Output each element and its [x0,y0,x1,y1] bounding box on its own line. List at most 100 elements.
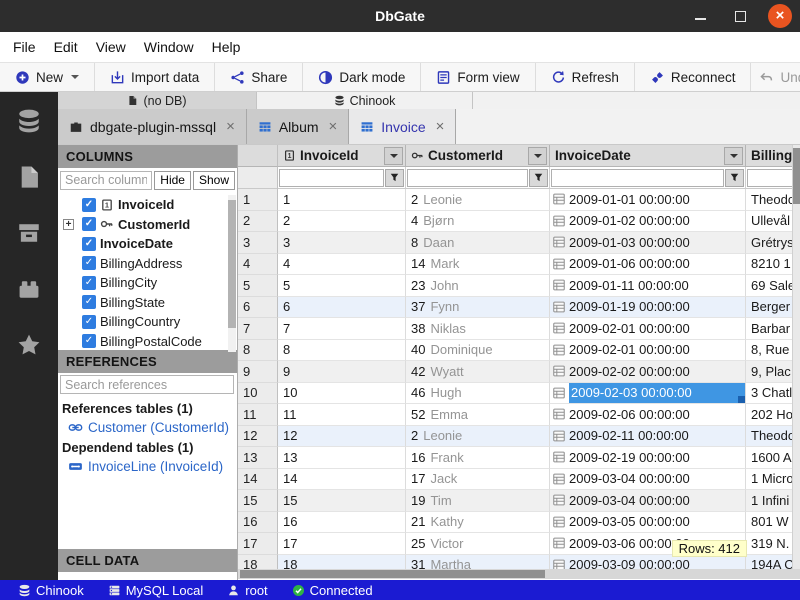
cell-invoicedate[interactable]: 2009-02-03 00:00:00 [550,383,746,405]
status-chinook[interactable]: Chinook [6,583,96,598]
show-button[interactable]: Show [193,171,235,190]
row-number[interactable]: 15 [238,490,278,512]
checkbox-invoicedate[interactable]: ✓ [82,237,96,251]
cell-customerid[interactable]: 38Niklas [406,318,550,340]
cell-invoiceid[interactable]: 11 [278,404,406,426]
cell-customerid[interactable]: 16Frank [406,447,550,469]
cell-invoiceid[interactable]: 2 [278,211,406,233]
column-item-billingstate[interactable]: ✓BillingState [58,293,237,313]
close-tab-icon[interactable]: × [436,118,445,135]
checkbox-billingcity[interactable]: ✓ [82,276,96,290]
column-menu-button[interactable] [528,147,547,165]
column-item-invoiceid[interactable]: ✓1InvoiceId [58,195,237,215]
cell-invoicedate[interactable]: 2009-02-01 00:00:00 [550,340,746,362]
vertical-scrollbar-thumb[interactable] [793,148,800,204]
close-button[interactable]: × [768,4,792,28]
column-menu-button[interactable] [384,147,403,165]
toolbar-import-data-button[interactable]: Import data [95,63,215,91]
cell-customerid[interactable]: 37Fynn [406,297,550,319]
menu-edit[interactable]: Edit [45,35,87,59]
cell-customerid[interactable]: 52Emma [406,404,550,426]
close-tab-icon[interactable]: × [226,118,235,135]
row-number[interactable]: 12 [238,426,278,448]
column-item-billingcountry[interactable]: ✓BillingCountry [58,312,237,332]
sidebar-item-databases[interactable] [14,108,44,134]
toolbar-undo-button[interactable]: Undo [751,63,800,91]
columns-scrollbar-thumb[interactable] [228,200,236,328]
cell-invoiceid[interactable]: 8 [278,340,406,362]
ref-link-customer-customerid[interactable]: Customer (CustomerId) [58,418,237,437]
status-mysql-local[interactable]: MySQL Local [96,583,216,598]
checkbox-billingstate[interactable]: ✓ [82,295,96,309]
cell-invoiceid[interactable]: 14 [278,469,406,491]
cell-invoiceid[interactable]: 4 [278,254,406,276]
cell-invoicedate[interactable]: 2009-02-02 00:00:00 [550,361,746,383]
maximize-button[interactable] [728,4,752,28]
row-number[interactable]: 9 [238,361,278,383]
filter-input-customerid[interactable] [407,169,528,187]
horizontal-scrollbar[interactable] [238,569,800,579]
cell-customerid[interactable]: 4Bjørn [406,211,550,233]
cell-invoiceid[interactable]: 17 [278,533,406,555]
cell-invoiceid[interactable]: 7 [278,318,406,340]
cell-invoiceid[interactable]: 3 [278,232,406,254]
sidebar-item-files[interactable] [14,164,44,190]
cell-customerid[interactable]: 19Tim [406,490,550,512]
cell-customerid[interactable]: 17Jack [406,469,550,491]
toolbar-dark-mode-button[interactable]: Dark mode [303,63,421,91]
row-number[interactable]: 8 [238,340,278,362]
row-number[interactable]: 2 [238,211,278,233]
cell-customerid[interactable]: 2Leonie [406,426,550,448]
menu-window[interactable]: Window [135,35,203,59]
cell-invoicedate[interactable]: 2009-02-01 00:00:00 [550,318,746,340]
checkbox-billingpostalcode[interactable]: ✓ [82,334,96,348]
toolbar-refresh-button[interactable]: Refresh [536,63,635,91]
row-number[interactable]: 17 [238,533,278,555]
toolbar-form-view-button[interactable]: Form view [421,63,535,91]
column-menu-button[interactable] [724,147,743,165]
tab-invoice[interactable]: Invoice× [349,109,456,144]
column-header-invoicedate[interactable]: InvoiceDate [550,145,746,167]
ref-link-invoiceline-invoiceid[interactable]: InvoiceLine (InvoiceId) [58,457,237,476]
filter-input-invoiceid[interactable] [279,169,384,187]
cell-invoicedate[interactable]: 2009-02-11 00:00:00 [550,426,746,448]
cell-invoiceid[interactable]: 13 [278,447,406,469]
cell-invoiceid[interactable]: 6 [278,297,406,319]
row-number[interactable]: 3 [238,232,278,254]
cell-customerid[interactable]: 14Mark [406,254,550,276]
row-number[interactable]: 6 [238,297,278,319]
row-number[interactable]: 16 [238,512,278,534]
minimize-button[interactable] [688,4,712,28]
cell-customerid[interactable]: 25Victor [406,533,550,555]
checkbox-invoiceid[interactable]: ✓ [82,198,96,212]
sidebar-item-plugins[interactable] [14,276,44,302]
cell-invoicedate[interactable]: 2009-03-05 00:00:00 [550,512,746,534]
row-number[interactable]: 11 [238,404,278,426]
cell-invoicedate[interactable]: 2009-03-04 00:00:00 [550,469,746,491]
cell-customerid[interactable]: 21Kathy [406,512,550,534]
tab-album[interactable]: Album× [247,109,349,144]
toolbar-reconnect-button[interactable]: Reconnect [635,63,752,91]
row-number[interactable]: 4 [238,254,278,276]
column-item-billingaddress[interactable]: ✓BillingAddress [58,254,237,274]
menu-file[interactable]: File [4,35,45,59]
column-item-billingcity[interactable]: ✓BillingCity [58,273,237,293]
cell-invoicedate[interactable]: 2009-02-19 00:00:00 [550,447,746,469]
filter-funnel-icon[interactable] [529,169,548,187]
horizontal-scrollbar-thumb[interactable] [240,570,545,578]
row-number[interactable]: 14 [238,469,278,491]
row-number[interactable]: 1 [238,189,278,211]
filter-funnel-icon[interactable] [725,169,744,187]
cell-invoiceid[interactable]: 9 [278,361,406,383]
row-number[interactable]: 5 [238,275,278,297]
vertical-scrollbar[interactable] [792,145,800,569]
cell-invoicedate[interactable]: 2009-01-19 00:00:00 [550,297,746,319]
cell-invoicedate[interactable]: 2009-01-02 00:00:00 [550,211,746,233]
cell-customerid[interactable]: 2Leonie [406,189,550,211]
cell-invoicedate[interactable]: 2009-03-04 00:00:00 [550,490,746,512]
toolbar-new-button[interactable]: New [0,63,95,91]
close-tab-icon[interactable]: × [329,118,338,135]
search-references-input[interactable] [60,375,234,394]
cell-invoiceid[interactable]: 15 [278,490,406,512]
column-header-customerid[interactable]: CustomerId [406,145,550,167]
